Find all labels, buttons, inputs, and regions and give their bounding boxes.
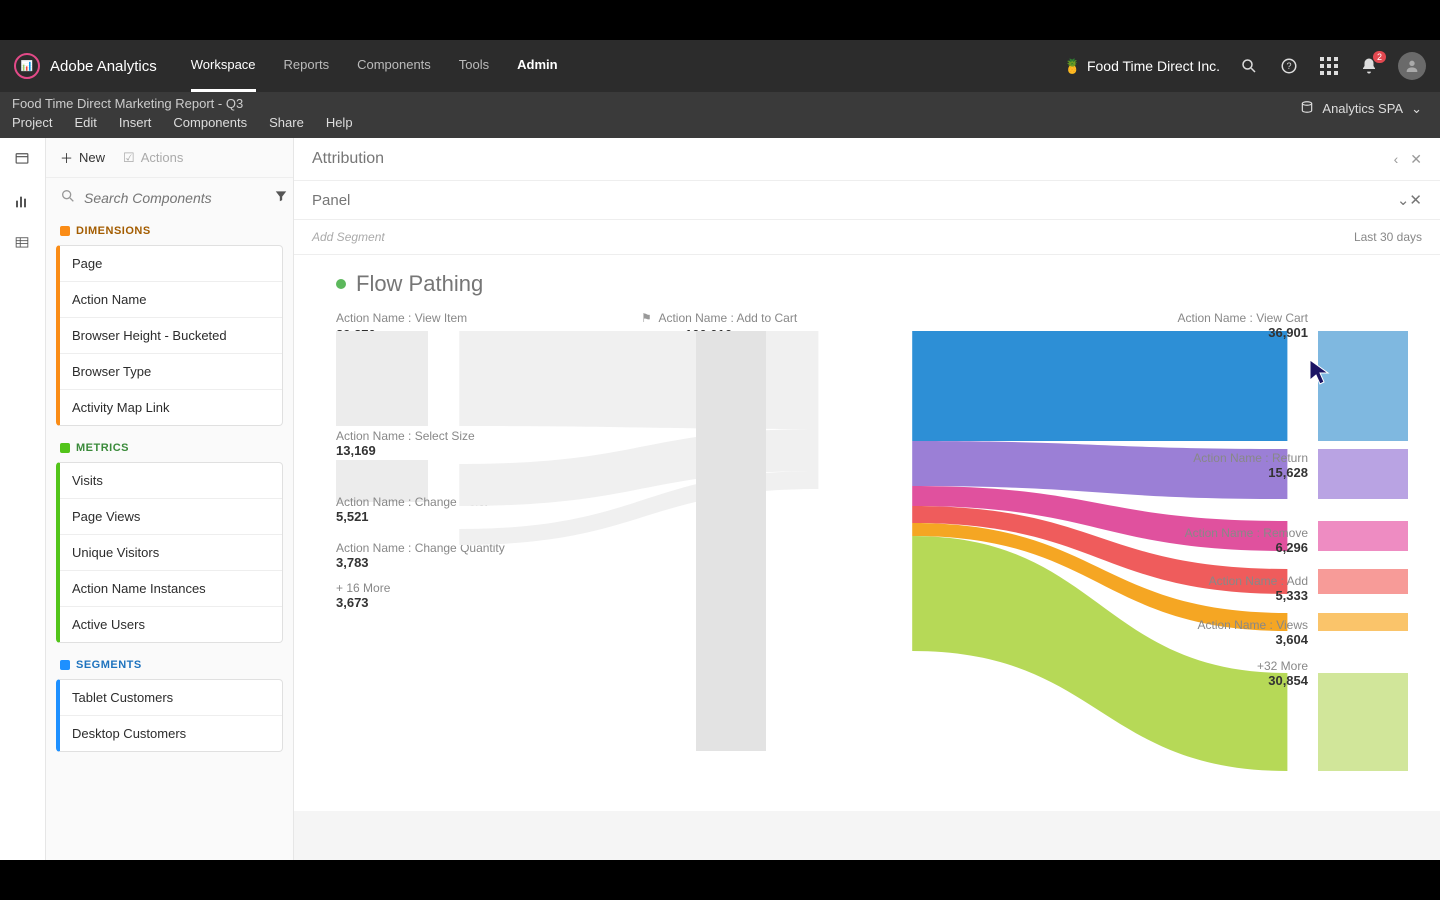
menubar: Project Edit Insert Components Share Hel… [12,115,1428,130]
attribution-panel: Attribution ‹ ✕ Panel ⌄ ✕ Add Segment La… [294,138,1440,811]
chevron-left-icon[interactable]: ‹ [1394,151,1399,167]
search-input[interactable] [84,190,266,206]
nav-components[interactable]: Components [357,40,431,92]
flow-right-node[interactable] [1318,673,1408,771]
segment-item[interactable]: Desktop Customers [60,716,282,751]
top-nav: Workspace Reports Components Tools Admin [191,40,558,92]
menu-share[interactable]: Share [269,115,304,130]
subheader: Food Time Direct Marketing Report - Q3 P… [0,92,1440,138]
org-switcher[interactable]: 🍍 Food Time Direct Inc. [1064,58,1220,75]
segment-item[interactable]: Tablet Customers [60,680,282,716]
dimensions-header[interactable]: DIMENSIONS [46,221,293,241]
filter-icon[interactable] [274,189,288,206]
flow-right-node[interactable] [1318,521,1408,551]
user-avatar[interactable] [1398,52,1426,80]
nav-workspace[interactable]: Workspace [191,40,256,92]
rail-panels-icon[interactable] [13,152,33,168]
dimensions-list: Page Action Name Browser Height - Bucket… [56,245,283,426]
metric-item[interactable]: Active Users [60,607,282,642]
canvas: Attribution ‹ ✕ Panel ⌄ ✕ Add Segment La… [294,138,1440,860]
flow-right-node[interactable] [1318,449,1408,499]
flow-right-label-1: Action Name : Return [1193,451,1308,465]
menu-project[interactable]: Project [12,115,52,130]
suite-name: Analytics SPA [1322,101,1403,116]
flow-right-node[interactable] [1318,331,1408,441]
flow-right-label-0: Action Name : View Cart [1178,311,1309,325]
help-icon[interactable]: ? [1278,55,1300,77]
org-name: Food Time Direct Inc. [1087,58,1220,74]
metrics-header[interactable]: METRICS [46,438,293,458]
nav-tools[interactable]: Tools [459,40,489,92]
left-rail [0,138,46,860]
segments-list: Tablet Customers Desktop Customers [56,679,283,752]
segments-header[interactable]: SEGMENTS [46,655,293,675]
metric-item[interactable]: Visits [60,463,282,499]
suite-selector[interactable]: Analytics SPA ⌄ [1300,100,1422,117]
metric-item[interactable]: Unique Visitors [60,535,282,571]
suite-cylinder-icon [1300,100,1314,117]
search-icon[interactable] [1238,55,1260,77]
search-icon [60,188,76,207]
viz-status-dot [336,279,346,289]
svg-text:?: ? [1286,61,1291,71]
nav-admin[interactable]: Admin [517,40,557,92]
flow-right-node[interactable] [1318,613,1408,631]
close-icon[interactable]: ✕ [1409,191,1422,209]
nav-reports[interactable]: Reports [284,40,330,92]
menu-insert[interactable]: Insert [119,115,152,130]
close-icon[interactable]: ✕ [1410,151,1422,168]
dimension-item[interactable]: Browser Type [60,354,282,390]
date-range[interactable]: Last 30 days [1354,230,1422,244]
rail-viz-icon[interactable] [13,194,33,210]
app-brand: Adobe Analytics [50,58,157,75]
components-panel: ＋ New ☑ Actions DIMENSIONS [46,138,294,860]
dimension-item[interactable]: Page [60,246,282,282]
new-button[interactable]: ＋ New [60,148,105,167]
sankey-svg [336,311,1408,811]
flow-center-node[interactable] [696,331,766,751]
flow-visualization[interactable]: Action Name : View Item 29,870 ⚑ Action … [336,311,1408,811]
pineapple-icon: 🍍 [1064,58,1081,75]
subpanel-title: Panel [312,192,350,209]
add-segment-drop[interactable]: Add Segment [312,230,385,244]
notifications-icon[interactable]: 2 [1358,55,1380,77]
dimension-item[interactable]: Browser Height - Bucketed [60,318,282,354]
app-logo: 📊 [14,53,40,79]
actions-button[interactable]: ☑ Actions [123,150,183,166]
menu-help[interactable]: Help [326,115,353,130]
topbar: 📊 Adobe Analytics Workspace Reports Comp… [0,40,1440,92]
rail-table-icon[interactable] [13,236,33,252]
menu-edit[interactable]: Edit [74,115,96,130]
dimension-item[interactable]: Activity Map Link [60,390,282,425]
flow-right-node[interactable] [1318,569,1408,594]
metrics-list: Visits Page Views Unique Visitors Action… [56,462,283,643]
check-icon: ☑ [123,150,135,166]
project-title: Food Time Direct Marketing Report - Q3 [12,96,1428,111]
chevron-down-icon: ⌄ [1411,101,1422,117]
plus-icon: ＋ [60,148,73,167]
panel-title: Attribution [312,150,384,168]
viz-title: Flow Pathing [356,271,483,297]
flow-right-label-5: +32 More [1257,659,1308,673]
metric-item[interactable]: Action Name Instances [60,571,282,607]
metric-item[interactable]: Page Views [60,499,282,535]
flow-right-label-2: Action Name : Remove [1185,526,1308,540]
dimension-item[interactable]: Action Name [60,282,282,318]
apps-icon[interactable] [1318,55,1340,77]
flow-right-label-4: Action Name : Views [1198,618,1309,632]
flow-right-label-3: Action Name : Add [1209,574,1308,588]
notif-badge: 2 [1373,51,1386,63]
menu-components[interactable]: Components [173,115,247,130]
chevron-down-icon[interactable]: ⌄ [1397,191,1410,209]
